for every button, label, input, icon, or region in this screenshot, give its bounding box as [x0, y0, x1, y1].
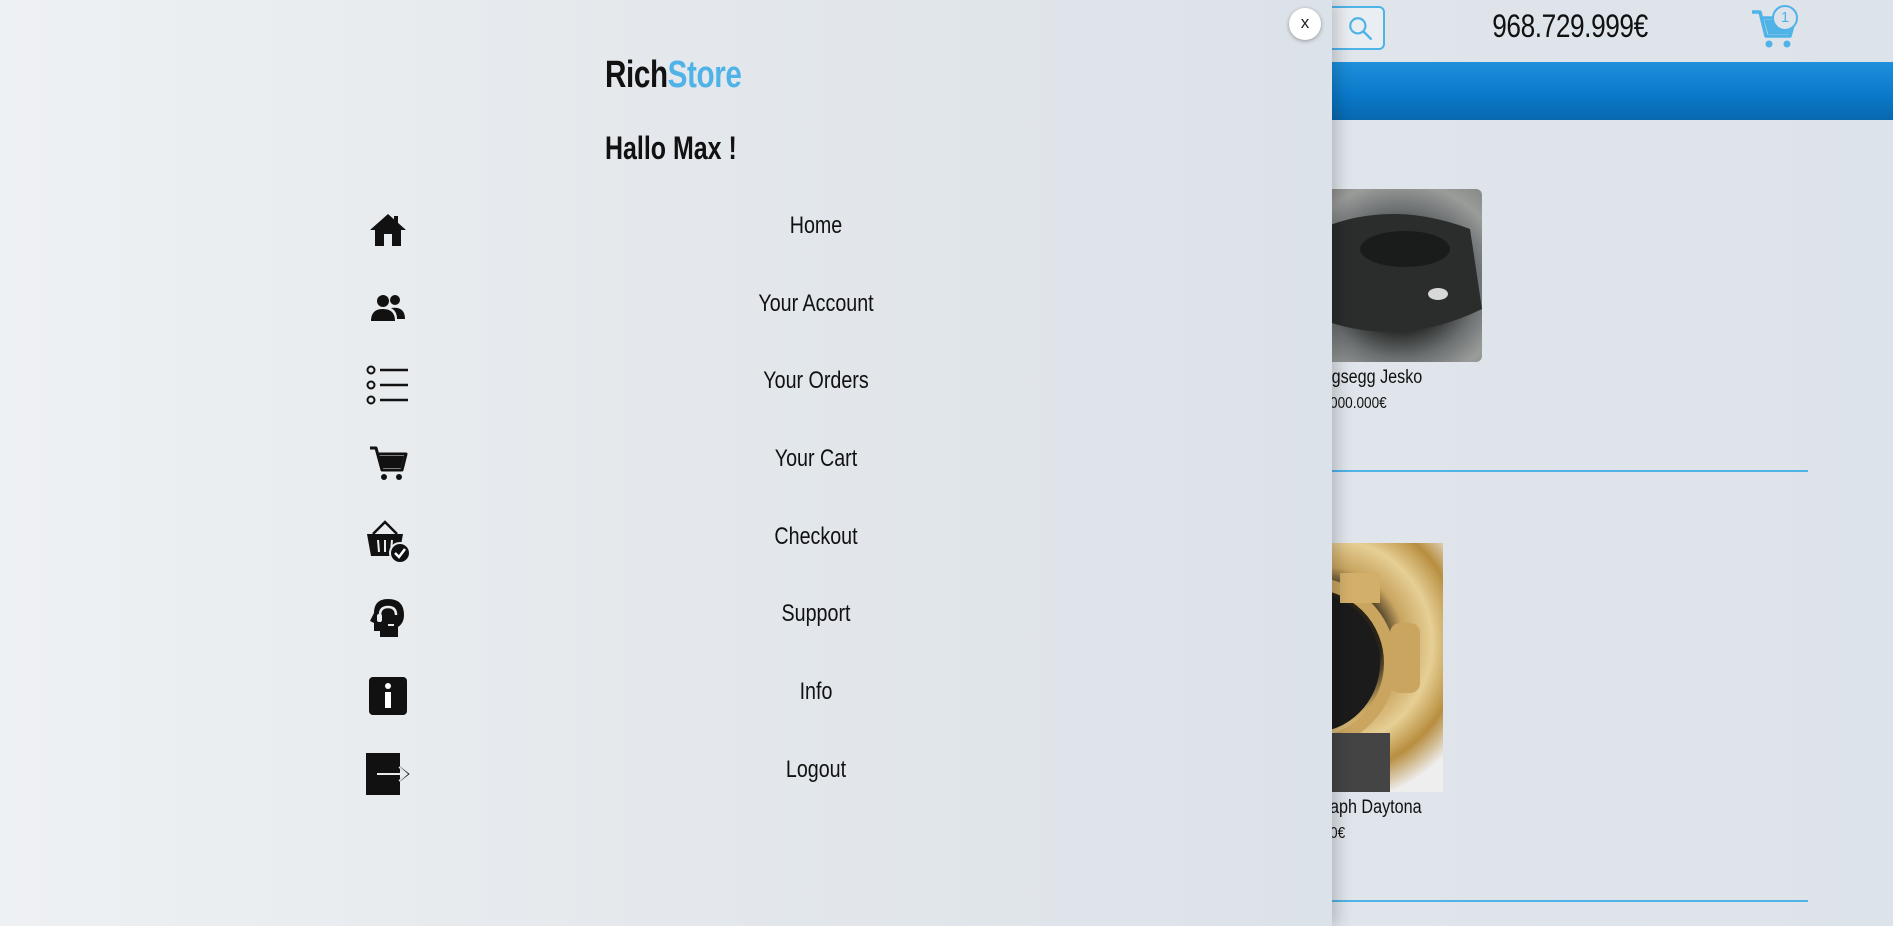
navigation-bar — [1332, 62, 1893, 120]
side-menu: x RichStore Hallo Max ! Home Your Accoun… — [0, 0, 1332, 926]
menu-item-label: Logout — [785, 755, 847, 783]
section-divider — [1332, 900, 1808, 902]
brand-name-part1: Rich — [605, 54, 668, 96]
menu-list: Home Your Account Your Orders Your Cart … — [360, 200, 1150, 822]
cart-count-badge: 1 — [1772, 5, 1798, 31]
search-icon[interactable] — [1347, 15, 1373, 41]
menu-item-support[interactable]: Support — [360, 588, 1150, 666]
brand-logo[interactable]: RichStore — [605, 54, 742, 97]
headset-icon — [360, 596, 416, 640]
basket-check-icon — [360, 519, 416, 564]
menu-item-label: Checkout — [774, 522, 858, 550]
menu-item-label: Your Account — [758, 289, 874, 317]
menu-item-cart[interactable]: Your Cart — [360, 433, 1150, 511]
product-price: 000.000€ — [1330, 395, 1387, 412]
list-icon — [360, 363, 416, 407]
menu-item-logout[interactable]: Logout — [360, 744, 1150, 822]
product-name[interactable]: aph Daytona — [1330, 797, 1422, 819]
menu-item-label: Info — [799, 678, 833, 706]
account-balance: 968.729.999€ — [1492, 8, 1648, 44]
brand-name-part2: Store — [667, 54, 742, 96]
home-icon — [360, 208, 416, 252]
menu-item-label: Your Cart — [774, 445, 858, 473]
cart-icon — [360, 441, 416, 485]
menu-item-account[interactable]: Your Account — [360, 278, 1150, 356]
close-menu-button[interactable]: x — [1289, 8, 1321, 40]
menu-item-orders[interactable]: Your Orders — [360, 355, 1150, 433]
menu-item-label: Support — [781, 600, 851, 628]
info-icon — [360, 674, 416, 718]
users-icon — [360, 286, 416, 330]
menu-item-info[interactable]: Info — [360, 666, 1150, 744]
menu-item-label: Home — [789, 212, 843, 239]
user-greeting: Hallo Max ! — [605, 130, 737, 166]
logout-icon — [360, 752, 416, 796]
menu-item-checkout[interactable]: Checkout — [360, 511, 1150, 589]
product-price: 0€ — [1330, 825, 1346, 842]
product-name[interactable]: igsegg Jesko — [1328, 367, 1422, 389]
menu-item-label: Your Orders — [763, 367, 869, 395]
section-divider — [1332, 470, 1808, 472]
menu-item-home[interactable]: Home — [360, 200, 1150, 278]
